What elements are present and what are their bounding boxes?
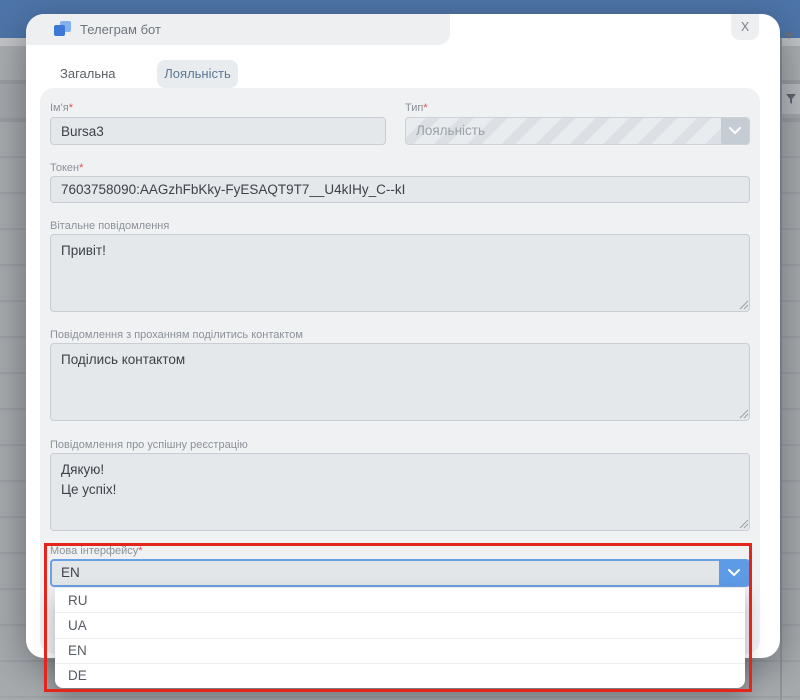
- interface-language-value: EN: [61, 561, 80, 585]
- filter-icon: [785, 93, 797, 105]
- language-dropdown: RU UA EN DE: [55, 588, 745, 688]
- type-select: Лояльність: [405, 117, 750, 145]
- chevron-down-icon: [728, 569, 740, 577]
- required-mark: *: [69, 102, 73, 114]
- interface-language-label: Мова інтерфейсу*: [50, 545, 143, 557]
- type-label: Тип*: [405, 102, 428, 114]
- name-label: Ім'я*: [50, 102, 73, 114]
- language-select-chevron-button[interactable]: [719, 560, 749, 586]
- name-input[interactable]: [50, 117, 386, 145]
- tab-loyalty[interactable]: Лояльність: [157, 60, 238, 88]
- resize-handle-icon[interactable]: [739, 409, 749, 419]
- close-button[interactable]: X: [731, 14, 759, 40]
- resize-handle-icon[interactable]: [739, 519, 749, 529]
- telegram-bot-modal: Телеграм бот X Загальна Лояльність Ім'я*…: [26, 14, 780, 658]
- token-input[interactable]: [50, 176, 750, 203]
- app-root: Телеграм бот X Загальна Лояльність Ім'я*…: [0, 0, 800, 700]
- type-select-value: Лояльність: [416, 118, 485, 144]
- language-option-de[interactable]: DE: [55, 663, 745, 688]
- required-mark: *: [79, 162, 83, 174]
- share-contact-message-textarea[interactable]: Поділись контактом: [50, 343, 750, 421]
- copy-icon: [54, 21, 72, 39]
- tab-general[interactable]: Загальна: [46, 59, 152, 89]
- chevron-down-icon: [729, 127, 741, 135]
- sort-triangle-icon: [784, 33, 794, 39]
- background-column-divider: [780, 38, 782, 700]
- resize-handle-icon[interactable]: [739, 300, 749, 310]
- language-option-en[interactable]: EN: [55, 638, 745, 663]
- modal-header: Телеграм бот: [26, 14, 450, 45]
- interface-language-select[interactable]: EN: [50, 559, 750, 587]
- registration-success-message-label: Повідомлення про успішну реєстрацію: [50, 439, 248, 451]
- welcome-message-label: Вітальне повідомлення: [50, 220, 169, 232]
- welcome-message-textarea[interactable]: Привіт!: [50, 234, 750, 312]
- required-mark: *: [138, 545, 142, 557]
- form-panel: Ім'я* Тип* Лояльність Токен* Вітальне: [40, 88, 760, 654]
- share-contact-message-label: Повідомлення з проханням поділитись конт…: [50, 329, 303, 341]
- required-mark: *: [423, 102, 427, 114]
- registration-success-message-textarea[interactable]: Дякую! Це успіх!: [50, 453, 750, 531]
- language-option-ru[interactable]: RU: [55, 588, 745, 612]
- modal-title: Телеграм бот: [80, 14, 161, 45]
- language-option-ua[interactable]: UA: [55, 612, 745, 637]
- token-label: Токен*: [50, 162, 83, 174]
- type-select-chevron-button: [721, 118, 749, 144]
